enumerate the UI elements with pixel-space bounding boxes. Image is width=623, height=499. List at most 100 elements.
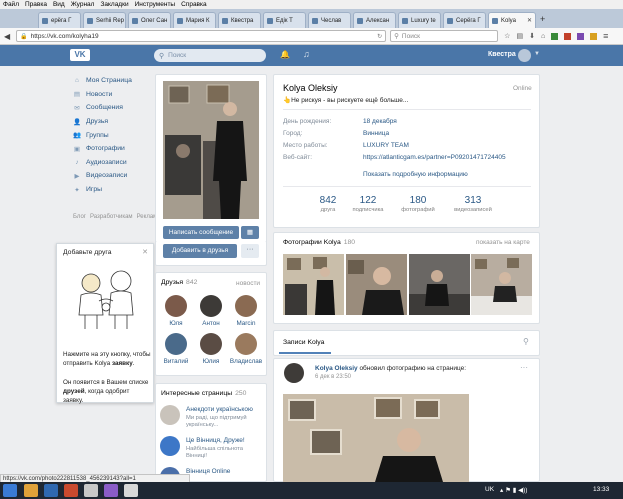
more-actions-button[interactable]: ··· xyxy=(241,244,259,258)
url-bar[interactable]: 🔒 https://vk.com/kolyha19 ↻ xyxy=(16,30,387,42)
header-user-name[interactable]: Квестра xyxy=(488,51,516,58)
search-icon[interactable]: ⚲ xyxy=(523,337,529,346)
bookmarks-icon[interactable]: ▤ xyxy=(516,32,523,40)
profile-photo[interactable] xyxy=(163,81,259,219)
close-tab-icon[interactable]: ✕ xyxy=(527,17,532,24)
footer-link[interactable]: Разработчикам xyxy=(90,214,133,220)
friend-item[interactable]: Виталий xyxy=(159,333,193,365)
extension-icon[interactable] xyxy=(564,32,572,40)
active-browser-tab[interactable]: Kolya ✕ xyxy=(488,12,536,28)
home-icon[interactable]: ⌂ xyxy=(541,33,545,40)
browser-search-field[interactable]: ⚲ Поиск xyxy=(390,30,499,42)
friends-title-text[interactable]: Друзья xyxy=(161,279,183,286)
photo-thumbnail[interactable] xyxy=(346,254,407,315)
interesting-page-item[interactable]: Анекдоти українською Ми раді, що підтриму… xyxy=(160,405,260,433)
extension-icon[interactable] xyxy=(551,32,559,40)
friend-item[interactable]: Юлия xyxy=(194,333,228,365)
header-avatar[interactable] xyxy=(518,49,531,62)
interesting-pages-title-text[interactable]: Интересные страницы xyxy=(161,390,232,397)
browser-tab[interactable]: ерёга Г xyxy=(38,12,81,28)
photo-thumbnail[interactable] xyxy=(471,254,532,315)
friends-news-link[interactable]: новости xyxy=(236,280,260,287)
taskbar-app-icon[interactable] xyxy=(124,484,138,497)
taskbar-app-icon[interactable] xyxy=(24,484,38,497)
reload-icon[interactable]: ↻ xyxy=(377,33,382,40)
close-icon[interactable]: ✕ xyxy=(142,248,148,256)
menu-item[interactable]: Правка xyxy=(25,1,47,8)
vk-search-input[interactable]: ⚲ Поиск xyxy=(154,49,266,62)
taskbar-app-icon[interactable] xyxy=(64,484,78,497)
post-menu-button[interactable]: ··· xyxy=(520,363,528,372)
show-on-map-link[interactable]: показать на карте xyxy=(476,239,530,246)
left-menu-item[interactable]: ✉ Сообщения xyxy=(73,101,153,115)
counter-label: фотографий xyxy=(401,207,435,213)
extension-icon[interactable] xyxy=(577,32,585,40)
photo-thumbnail[interactable] xyxy=(283,254,344,315)
browser-tab[interactable]: Мария К xyxy=(173,12,216,28)
profile-counter[interactable]: 122 подписчика xyxy=(343,195,393,213)
left-menu-item[interactable]: ▶ Видеозаписи xyxy=(73,169,153,183)
left-menu-item[interactable]: 👤 Друзья xyxy=(73,115,153,129)
left-menu-item[interactable]: ⌂ Моя Страница xyxy=(73,74,153,88)
hamburger-menu-icon[interactable]: ≡ xyxy=(603,31,608,41)
info-value[interactable]: LUXURY TEAM xyxy=(363,142,409,149)
info-value[interactable]: Винница xyxy=(363,130,389,137)
star-icon[interactable]: ☆ xyxy=(504,32,510,40)
taskbar-app-icon[interactable] xyxy=(44,484,58,497)
write-message-button[interactable]: Написать сообщение xyxy=(163,226,239,239)
post-photo[interactable] xyxy=(283,394,469,482)
download-icon[interactable]: ⬇ xyxy=(529,32,535,40)
taskbar-app-icon[interactable] xyxy=(104,484,118,497)
menu-item[interactable]: Справка xyxy=(181,1,207,8)
clock[interactable]: 13:33 xyxy=(593,486,609,493)
friend-item[interactable]: Владислав xyxy=(229,333,263,365)
browser-tab[interactable]: Чеслав xyxy=(308,12,351,28)
profile-counter[interactable]: 180 фотографий xyxy=(393,195,443,213)
new-tab-button[interactable]: + xyxy=(540,14,545,24)
friend-item[interactable]: Юля xyxy=(159,295,193,327)
browser-tab[interactable]: Алексан xyxy=(353,12,396,28)
info-value[interactable]: https://atlanticgam.es/partner=P09201471… xyxy=(363,154,506,161)
tray-icons[interactable]: ▴ ⚑ ▮ ◀)) xyxy=(500,486,527,494)
extension-icon[interactable] xyxy=(590,32,598,40)
browser-tab[interactable]: Олег Сан xyxy=(128,12,171,28)
interesting-page-item[interactable]: Це Вінниця, Друже! Найбільша спільнота Ві… xyxy=(160,436,260,464)
photos-title-text[interactable]: Фотографии Kolya xyxy=(283,239,341,246)
language-indicator[interactable]: UK xyxy=(485,486,494,493)
browser-tab[interactable]: Luxury te xyxy=(398,12,441,28)
vk-logo[interactable]: VK xyxy=(70,49,90,61)
menu-item[interactable]: Файл xyxy=(3,1,19,8)
browser-tab[interactable]: Серёга Г xyxy=(443,12,486,28)
browser-tab[interactable]: Квестра xyxy=(218,12,261,28)
friend-item[interactable]: Антон xyxy=(194,295,228,327)
profile-counter[interactable]: 313 видеозаписей xyxy=(448,195,498,213)
info-value[interactable]: 18 декабря xyxy=(363,118,397,125)
chevron-down-icon[interactable]: ▼ xyxy=(534,51,540,57)
menu-item[interactable]: Журнал xyxy=(71,1,95,8)
left-menu-item[interactable]: ▣ Фотографии xyxy=(73,142,153,156)
post-author-name[interactable]: Kolya Oleksiy xyxy=(315,365,358,372)
browser-tab[interactable]: Serhii Rep xyxy=(83,12,126,28)
add-to-friends-button[interactable]: Добавить в друзья xyxy=(163,244,237,258)
taskbar-app-icon[interactable] xyxy=(84,484,98,497)
show-more-info-link[interactable]: Показать подробную информацию xyxy=(363,171,468,178)
photo-thumbnail[interactable] xyxy=(409,254,470,315)
post-author-avatar[interactable] xyxy=(284,363,304,383)
footer-link[interactable]: Блог xyxy=(73,214,86,220)
friend-item[interactable]: Marcin xyxy=(229,295,263,327)
post-date[interactable]: 6 дек в 23:50 xyxy=(315,374,351,380)
back-icon[interactable]: ◀ xyxy=(4,32,10,41)
left-menu-item[interactable]: ✦ Игры xyxy=(73,183,153,197)
left-menu-item[interactable]: ♪ Аудиозаписи xyxy=(73,156,153,170)
menu-item[interactable]: Закладки xyxy=(100,1,128,8)
start-button[interactable] xyxy=(3,484,17,497)
left-menu-item[interactable]: 👥 Группы xyxy=(73,128,153,142)
left-menu-item[interactable]: ▤ Новости xyxy=(73,88,153,102)
gift-icon[interactable]: ▦ xyxy=(241,226,259,239)
browser-tab[interactable]: Едік Т xyxy=(263,12,306,28)
music-icon[interactable]: ♫ xyxy=(303,49,310,59)
wall-tab[interactable]: Записи Kolya xyxy=(283,339,324,346)
menu-item[interactable]: Инструменты xyxy=(135,1,176,8)
notifications-bell-icon[interactable]: 🔔 xyxy=(280,50,290,59)
menu-item[interactable]: Вид xyxy=(53,1,65,8)
